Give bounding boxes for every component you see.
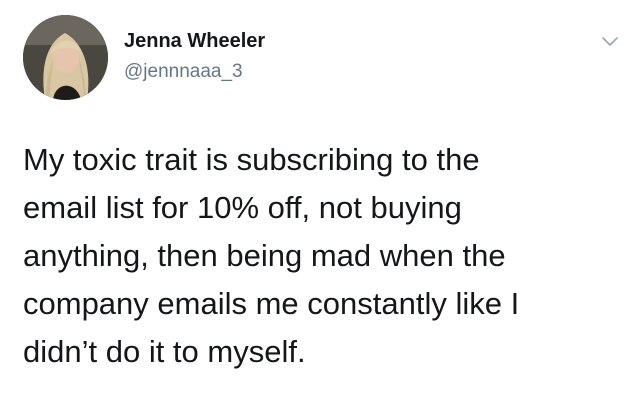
tweet-text-line: anything, then being mad when the (23, 238, 506, 273)
chevron-down-icon[interactable] (602, 34, 618, 46)
tweet-text-line: My toxic trait is subscribing to the (23, 142, 480, 177)
tweet-card: Jenna Wheeler @jennnaaa_3 My toxic trait… (0, 0, 640, 412)
tweet-text-line: didn’t do it to myself. (23, 334, 306, 369)
tweet-text-line: email list for 10% off, not buying (23, 190, 462, 225)
avatar-photo-icon (23, 15, 108, 100)
avatar[interactable] (23, 15, 108, 100)
author-handle[interactable]: @jennnaaa_3 (124, 61, 243, 83)
author-name[interactable]: Jenna Wheeler (124, 30, 265, 53)
tweet-text: My toxic trait is subscribing to the ema… (23, 136, 623, 376)
tweet-text-line: company emails me constantly like I (23, 286, 520, 321)
